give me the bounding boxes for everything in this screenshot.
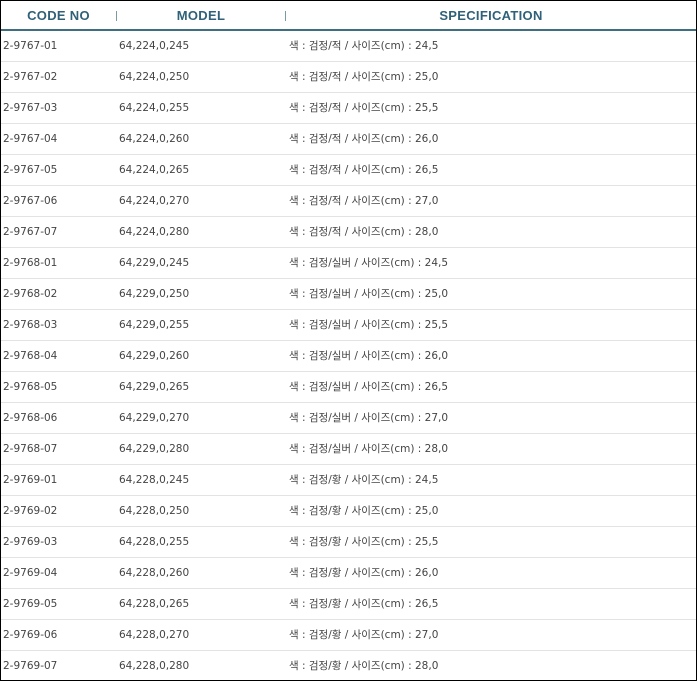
code-no-cell: 2-9768-04: [3, 350, 58, 362]
table-row: 2-9769-02 64,228,0,250 색 : 검정/황 / 사이즈(cm) …: [1, 496, 696, 527]
specification-cell: 색 : 검정/적 / 사이즈(cm) : 25,0: [289, 71, 439, 83]
table-row: 2-9769-01 64,228,0,245 색 : 검정/황 / 사이즈(cm) …: [1, 465, 696, 496]
code-no-cell: 2-9769-07: [3, 660, 58, 672]
model-cell: 64,224,0,255: [119, 102, 190, 114]
model-cell: 64,228,0,270: [119, 629, 190, 641]
code-no-cell: 2-9768-05: [3, 381, 58, 393]
specification-cell: 색 : 검정/적 / 사이즈(cm) : 26,0: [289, 133, 439, 145]
table-row: 2-9767-07 64,224,0,280 색 : 검정/적 / 사이즈(cm) …: [1, 217, 696, 248]
specification-cell: 색 : 검정/적 / 사이즈(cm) : 26,5: [289, 164, 439, 176]
model-cell: 64,229,0,250: [119, 288, 190, 300]
model-cell: 64,229,0,265: [119, 381, 190, 393]
table-header: CODE NO MODEL SPECIFICATION: [1, 1, 696, 31]
model-cell: 64,224,0,250: [119, 71, 190, 83]
code-no-cell: 2-9768-02: [3, 288, 58, 300]
table-row: 2-9768-04 64,229,0,260 색 : 검정/실버 / 사이즈(cm)…: [1, 341, 696, 372]
specification-cell: 색 : 검정/적 / 사이즈(cm) : 28,0: [289, 226, 439, 238]
table-row: 2-9768-01 64,229,0,245 색 : 검정/실버 / 사이즈(cm)…: [1, 248, 696, 279]
table-row: 2-9769-06 64,228,0,270 색 : 검정/황 / 사이즈(cm) …: [1, 620, 696, 651]
code-no-cell: 2-9769-01: [3, 474, 58, 486]
model-cell: 64,229,0,255: [119, 319, 190, 331]
table-row: 2-9769-05 64,228,0,265 색 : 검정/황 / 사이즈(cm) …: [1, 589, 696, 620]
table-row: 2-9769-04 64,228,0,260 색 : 검정/황 / 사이즈(cm) …: [1, 558, 696, 589]
code-no-cell: 2-9767-04: [3, 133, 58, 145]
header-code-no: CODE NO: [27, 8, 90, 23]
specification-cell: 색 : 검정/실버 / 사이즈(cm) : 25,0: [289, 288, 449, 300]
specification-cell: 색 : 검정/황 / 사이즈(cm) : 25,0: [289, 505, 439, 517]
table-row: 2-9768-05 64,229,0,265 색 : 검정/실버 / 사이즈(cm)…: [1, 372, 696, 403]
table-row: 2-9767-01 64,224,0,245 색 : 검정/적 / 사이즈(cm) …: [1, 31, 696, 62]
specification-cell: 색 : 검정/실버 / 사이즈(cm) : 24,5: [289, 257, 449, 269]
specification-cell: 색 : 검정/실버 / 사이즈(cm) : 26,5: [289, 381, 449, 393]
code-no-cell: 2-9767-01: [3, 40, 58, 52]
model-cell: 64,229,0,260: [119, 350, 190, 362]
model-cell: 64,228,0,265: [119, 598, 190, 610]
specification-cell: 색 : 검정/적 / 사이즈(cm) : 24,5: [289, 40, 439, 52]
specification-cell: 색 : 검정/황 / 사이즈(cm) : 28,0: [289, 660, 439, 672]
table-row: 2-9767-05 64,224,0,265 색 : 검정/적 / 사이즈(cm) …: [1, 155, 696, 186]
specification-cell: 색 : 검정/황 / 사이즈(cm) : 24,5: [289, 474, 439, 486]
code-no-cell: 2-9769-06: [3, 629, 58, 641]
model-cell: 64,228,0,250: [119, 505, 190, 517]
table-row: 2-9767-02 64,224,0,250 색 : 검정/적 / 사이즈(cm) …: [1, 62, 696, 93]
code-no-cell: 2-9769-03: [3, 536, 58, 548]
code-no-cell: 2-9768-01: [3, 257, 58, 269]
header-specification: SPECIFICATION: [439, 8, 543, 23]
code-no-cell: 2-9767-07: [3, 226, 58, 238]
table-row: 2-9767-06 64,224,0,270 색 : 검정/적 / 사이즈(cm) …: [1, 186, 696, 217]
table-body: 2-9767-01 64,224,0,245 색 : 검정/적 / 사이즈(cm) …: [1, 31, 696, 680]
specification-cell: 색 : 검정/실버 / 사이즈(cm) : 28,0: [289, 443, 449, 455]
specification-cell: 색 : 검정/황 / 사이즈(cm) : 25,5: [289, 536, 439, 548]
code-no-cell: 2-9769-04: [3, 567, 58, 579]
table-row: 2-9767-04 64,224,0,260 색 : 검정/적 / 사이즈(cm) …: [1, 124, 696, 155]
specification-cell: 색 : 검정/황 / 사이즈(cm) : 27,0: [289, 629, 439, 641]
code-no-cell: 2-9769-02: [3, 505, 58, 517]
model-cell: 64,224,0,260: [119, 133, 190, 145]
model-cell: 64,228,0,245: [119, 474, 190, 486]
model-cell: 64,224,0,280: [119, 226, 190, 238]
specification-cell: 색 : 검정/황 / 사이즈(cm) : 26,5: [289, 598, 439, 610]
model-cell: 64,228,0,255: [119, 536, 190, 548]
code-no-cell: 2-9769-05: [3, 598, 58, 610]
model-cell: 64,229,0,270: [119, 412, 190, 424]
model-cell: 64,229,0,245: [119, 257, 190, 269]
specification-cell: 색 : 검정/실버 / 사이즈(cm) : 25,5: [289, 319, 449, 331]
model-cell: 64,224,0,245: [119, 40, 190, 52]
specification-cell: 색 : 검정/적 / 사이즈(cm) : 27,0: [289, 195, 439, 207]
table-row: 2-9768-07 64,229,0,280 색 : 검정/실버 / 사이즈(cm)…: [1, 434, 696, 465]
header-model: MODEL: [176, 8, 226, 23]
model-cell: 64,228,0,260: [119, 567, 190, 579]
table-row: 2-9767-03 64,224,0,255 색 : 검정/적 / 사이즈(cm) …: [1, 93, 696, 124]
table-row: 2-9768-03 64,229,0,255 색 : 검정/실버 / 사이즈(cm)…: [1, 310, 696, 341]
code-no-cell: 2-9767-03: [3, 102, 58, 114]
code-no-cell: 2-9767-06: [3, 195, 58, 207]
specification-cell: 색 : 검정/황 / 사이즈(cm) : 26,0: [289, 567, 439, 579]
model-cell: 64,224,0,265: [119, 164, 190, 176]
table-row: 2-9768-06 64,229,0,270 색 : 검정/실버 / 사이즈(cm)…: [1, 403, 696, 434]
table-row: 2-9769-07 64,228,0,280 색 : 검정/황 / 사이즈(cm) …: [1, 651, 696, 680]
code-no-cell: 2-9768-07: [3, 443, 58, 455]
spec-table: CODE NO MODEL SPECIFICATION 2-9767-01 64,…: [0, 0, 697, 681]
model-cell: 64,229,0,280: [119, 443, 190, 455]
code-no-cell: 2-9768-03: [3, 319, 58, 331]
specification-cell: 색 : 검정/적 / 사이즈(cm) : 25,5: [289, 102, 439, 114]
table-row: 2-9768-02 64,229,0,250 색 : 검정/실버 / 사이즈(cm)…: [1, 279, 696, 310]
code-no-cell: 2-9767-05: [3, 164, 58, 176]
table-row: 2-9769-03 64,228,0,255 색 : 검정/황 / 사이즈(cm) …: [1, 527, 696, 558]
code-no-cell: 2-9768-06: [3, 412, 58, 424]
code-no-cell: 2-9767-02: [3, 71, 58, 83]
specification-cell: 색 : 검정/실버 / 사이즈(cm) : 27,0: [289, 412, 449, 424]
model-cell: 64,224,0,270: [119, 195, 190, 207]
specification-cell: 색 : 검정/실버 / 사이즈(cm) : 26,0: [289, 350, 449, 362]
model-cell: 64,228,0,280: [119, 660, 190, 672]
